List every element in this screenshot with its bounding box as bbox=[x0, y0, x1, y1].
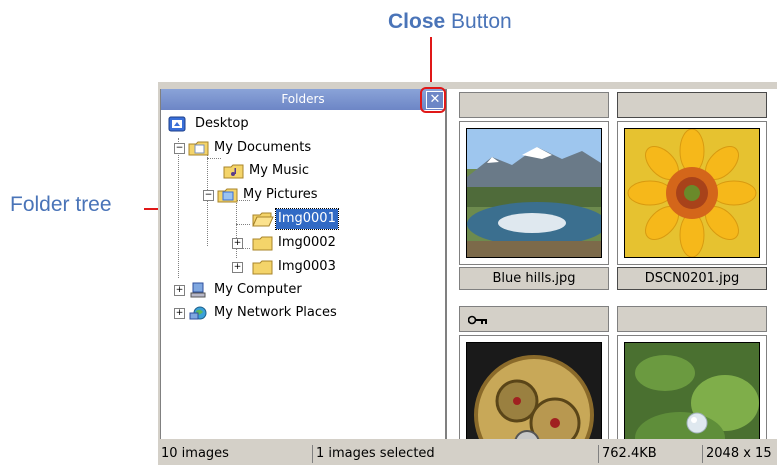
expand-icon[interactable]: + bbox=[174, 285, 185, 296]
status-image-count: 10 images bbox=[161, 446, 229, 461]
tree-label: Img0002 bbox=[278, 235, 336, 250]
folder-tree-callout: Folder tree bbox=[10, 193, 112, 216]
thumbnail-header bbox=[459, 92, 609, 118]
collapse-icon[interactable]: − bbox=[174, 143, 185, 154]
status-file-size: 762.4KB bbox=[598, 445, 702, 463]
desktop-icon bbox=[168, 116, 186, 132]
expand-icon[interactable]: + bbox=[232, 238, 243, 249]
folder-icon bbox=[252, 260, 273, 275]
key-icon bbox=[468, 315, 487, 325]
thumbnail-frame bbox=[617, 335, 767, 439]
tree-label: My Network Places bbox=[214, 305, 337, 320]
sunflower-image bbox=[624, 128, 760, 258]
collapse-icon[interactable]: − bbox=[203, 190, 214, 201]
close-button-callout: Close Button bbox=[388, 10, 512, 34]
folders-title: Folders bbox=[281, 92, 325, 106]
thumbnail-header bbox=[459, 306, 609, 332]
music-folder-icon bbox=[223, 164, 244, 179]
thumbnail-header bbox=[617, 92, 767, 118]
thumbnail-frame bbox=[459, 121, 609, 265]
pocket-watch-image bbox=[466, 342, 602, 439]
expand-icon[interactable]: + bbox=[232, 262, 243, 273]
tree-guide bbox=[178, 138, 179, 278]
thumbnail-filename: Blue hills.jpg bbox=[459, 267, 609, 290]
explorer-window: Folders ✕ Desktop − My Documents My Musi… bbox=[158, 82, 777, 465]
pictures-folder-icon bbox=[217, 188, 238, 203]
status-selection: 1 images selected bbox=[312, 445, 596, 463]
tree-label: Img0003 bbox=[278, 259, 336, 274]
computer-icon bbox=[190, 282, 206, 298]
folder-icon bbox=[252, 236, 273, 251]
folders-header: Folders bbox=[161, 89, 445, 110]
thumbnail-header bbox=[617, 306, 767, 332]
status-dimensions: 2048 x 15 bbox=[702, 445, 777, 463]
thumbnail-grid: Blue hills.jpg DSCN0201.jpg bbox=[447, 89, 777, 439]
folders-panel: Folders ✕ Desktop − My Documents My Musi… bbox=[160, 87, 447, 439]
tree-guide bbox=[236, 224, 250, 225]
tree-guide bbox=[207, 158, 221, 159]
mountain-lake-image bbox=[466, 128, 602, 258]
tree-label: My Pictures bbox=[243, 187, 318, 202]
water-drop-leaf-image bbox=[624, 342, 760, 439]
callout-close-bold: Close bbox=[388, 10, 446, 33]
tree-label: My Computer bbox=[214, 282, 302, 297]
tree-label-selected: Img0001 bbox=[275, 208, 339, 230]
close-button-highlight bbox=[420, 87, 446, 113]
thumbnail-frame bbox=[459, 335, 609, 439]
callout-close-rest: Button bbox=[445, 10, 512, 33]
thumbnail-frame bbox=[617, 121, 767, 265]
my-documents-icon bbox=[188, 141, 209, 156]
tree-label: My Documents bbox=[214, 140, 312, 155]
close-callout-line bbox=[430, 37, 432, 84]
thumbnail-filename: DSCN0201.jpg bbox=[617, 267, 767, 290]
network-places-icon bbox=[189, 306, 207, 320]
expand-icon[interactable]: + bbox=[174, 308, 185, 319]
tree-label: My Music bbox=[249, 163, 310, 178]
open-folder-icon bbox=[252, 212, 274, 227]
tree-label: Desktop bbox=[195, 116, 249, 131]
status-bar: 10 images 1 images selected 762.4KB 2048… bbox=[158, 443, 777, 465]
